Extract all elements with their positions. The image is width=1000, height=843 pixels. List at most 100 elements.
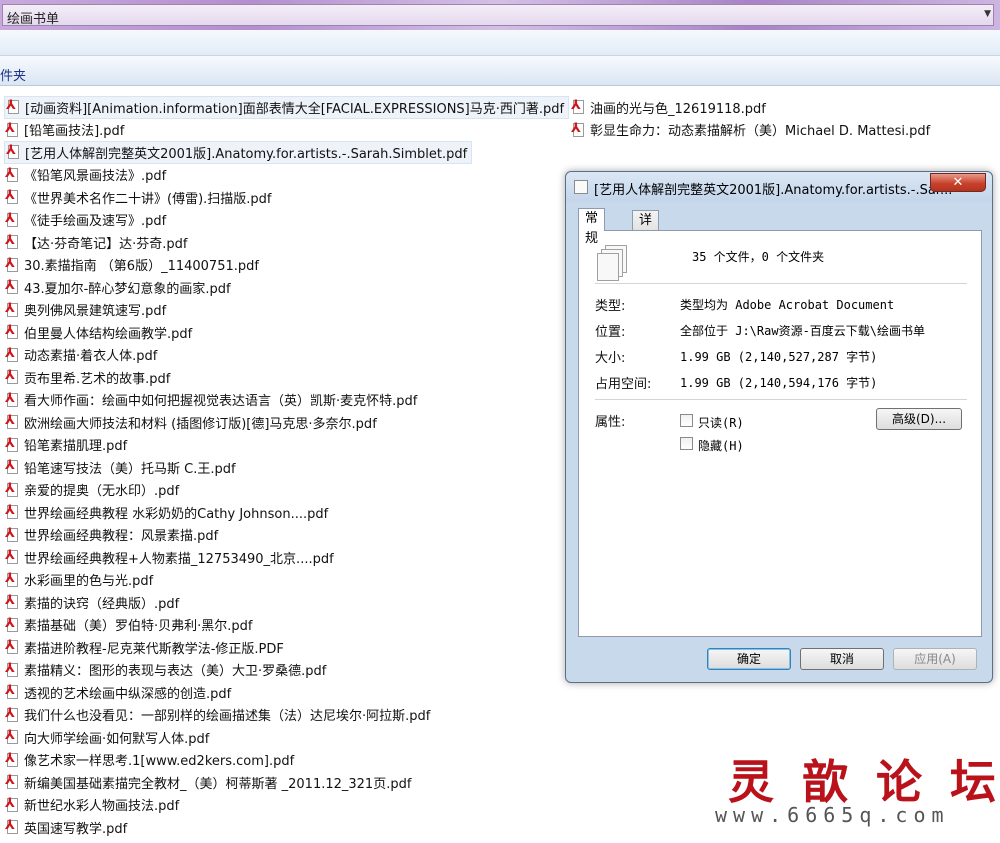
file-item[interactable]: ⅄ 30.素描指南 （第6版）_11400751.pdf	[4, 254, 564, 277]
file-name: 动态素描·着衣人体.pdf	[24, 349, 158, 365]
file-item[interactable]: ⅄ 素描基础（美）罗伯特·贝弗利·黑尔.pdf	[4, 614, 564, 637]
pdf-file-icon: ⅄	[4, 594, 20, 610]
tab-details[interactable]: 详细信息	[632, 210, 660, 288]
file-name: 贡布里希.艺术的故事.pdf	[24, 371, 171, 387]
file-list-column-1: ⅄ [动画资料][Animation.information]面部表情大全[FAC…	[4, 96, 570, 839]
command-bar	[0, 30, 1000, 56]
ok-button[interactable]: 确定	[707, 648, 791, 670]
file-item[interactable]: ⅄ 奥列佛风景建筑速写.pdf	[4, 299, 564, 322]
file-item[interactable]: ⅄ 伯里曼人体结构绘画教学.pdf	[4, 321, 564, 344]
pdf-file-icon: ⅄	[4, 751, 20, 768]
file-name: 伯里曼人体结构绘画教学.pdf	[24, 326, 193, 342]
pdf-file-icon: ⅄	[4, 391, 20, 408]
file-item[interactable]: ⅄ 世界绘画经典教程+人物素描_12753490_北京....pdf	[4, 546, 564, 569]
file-item[interactable]: ⅄ [铅笔画技法].pdf	[4, 119, 564, 142]
file-item[interactable]: ⅄ 动态素描·着衣人体.pdf	[4, 344, 564, 367]
pdf-file-icon: ⅄	[4, 684, 20, 700]
properties-dialog: [艺用人体解剖完整英文2001版].Anatomy.for.artists.-.…	[565, 171, 993, 683]
file-name: 《徒手绘画及速写》.pdf	[24, 214, 167, 230]
file-name: 43.夏加尔-醉心梦幻意象的画家.pdf	[24, 281, 231, 297]
file-name: 世界绘画经典教程+人物素描_12753490_北京....pdf	[24, 551, 334, 567]
files-summary: 35 个文件，0 个文件夹	[692, 250, 825, 264]
file-item[interactable]: ⅄ 看大师作画：绘画中如何把握视觉表达语言（英）凯斯·麦克怀特.pdf	[4, 389, 564, 412]
pdf-file-icon: ⅄	[4, 324, 20, 340]
file-name: 《世界美术名作二十讲》(傅雷).扫描版.pdf	[24, 191, 272, 207]
address-field[interactable]: 绘画书单 ▼	[2, 4, 994, 27]
tab-general[interactable]: 常规	[578, 208, 606, 246]
dialog-titlebar[interactable]: [艺用人体解剖完整英文2001版].Anatomy.for.artists.-.…	[566, 172, 992, 202]
file-name: 奥列佛风景建筑速写.pdf	[24, 304, 167, 320]
file-item[interactable]: ⅄ 世界绘画经典教程 水彩奶奶的Cathy Johnson....pdf	[4, 501, 564, 524]
group-header[interactable]: 文件夹	[0, 56, 1000, 86]
file-item[interactable]: ⅄ 像艺术家一样思考.1[www.ed2kers.com].pdf	[4, 749, 564, 772]
file-item[interactable]: ⅄ 油画的光与色_12619118.pdf	[570, 96, 990, 119]
file-item[interactable]: ⅄ 铅笔速写技法（美）托马斯 C.王.pdf	[4, 456, 564, 479]
file-item[interactable]: ⅄ 【达·芬奇笔记】达·芬奇.pdf	[4, 231, 564, 254]
pdf-file-icon: ⅄	[4, 526, 20, 543]
file-item[interactable]: ⅄ 欧洲绘画大师技法和材料 (插图修订版)[德]马克思·多奈尔.pdf	[4, 411, 564, 434]
readonly-label[interactable]: 只读(R)	[698, 414, 744, 431]
file-item[interactable]: ⅄ 铅笔素描肌理.pdf	[4, 434, 564, 457]
cancel-button[interactable]: 取消	[800, 648, 884, 670]
file-item[interactable]: ⅄ 我们什么也没看见：一部别样的绘画描述集（法）达尼埃尔·阿拉斯.pdf	[4, 704, 564, 727]
file-name: 30.素描指南 （第6版）_11400751.pdf	[24, 259, 259, 275]
file-name: 素描精义：图形的表现与表达（美）大卫·罗桑德.pdf	[24, 664, 327, 680]
file-item[interactable]: ⅄ [动画资料][Animation.information]面部表情大全[FAC…	[4, 96, 570, 119]
advanced-button[interactable]: 高级(D)...	[876, 408, 962, 430]
file-name: [铅笔画技法].pdf	[24, 124, 125, 140]
file-list-column-2: ⅄ 油画的光与色_12619118.pdf ⅄ 彰显生命力：动态素描解析（美）Mich…	[570, 96, 990, 141]
address-path: 绘画书单	[7, 12, 60, 27]
file-item[interactable]: ⅄ 新编美国基础素描完全教材_（美）柯蒂斯著 _2011.12_321页.pdf	[4, 771, 564, 794]
file-item[interactable]: ⅄ 素描进阶教程-尼克莱代斯教学法-修正版.PDF	[4, 636, 564, 659]
file-item[interactable]: ⅄ 世界绘画经典教程：风景素描.pdf	[4, 524, 564, 547]
readonly-checkbox[interactable]	[680, 414, 693, 427]
apply-button[interactable]: 应用(A)	[893, 648, 977, 670]
file-item[interactable]: ⅄ 《世界美术名作二十讲》(傅雷).扫描版.pdf	[4, 186, 564, 209]
pdf-file-icon: ⅄	[4, 211, 20, 228]
file-item[interactable]: ⅄ 新世纪水彩人物画技法.pdf	[4, 794, 564, 817]
file-name: 看大师作画：绘画中如何把握视觉表达语言（英）凯斯·麦克怀特.pdf	[24, 394, 418, 410]
file-item[interactable]: ⅄ 亲爱的提奥（无水印）.pdf	[4, 479, 564, 502]
file-item[interactable]: ⅄ 素描精义：图形的表现与表达（美）大卫·罗桑德.pdf	[4, 659, 564, 682]
pdf-file-icon: ⅄	[4, 549, 20, 565]
file-item[interactable]: ⅄ 贡布里希.艺术的故事.pdf	[4, 366, 564, 389]
pdf-file-icon: ⅄	[4, 819, 20, 835]
disk-size-label: 占用空间:	[595, 377, 652, 392]
watermark-url: www.6665q.com	[715, 803, 950, 827]
file-item[interactable]: ⅄ 43.夏加尔-醉心梦幻意象的画家.pdf	[4, 276, 564, 299]
pdf-file-icon: ⅄	[4, 369, 20, 385]
file-name: 透视的艺术绘画中纵深感的创造.pdf	[24, 686, 232, 702]
location-label: 位置:	[595, 325, 626, 340]
file-item[interactable]: ⅄ 水彩画里的色与光.pdf	[4, 569, 564, 592]
hidden-checkbox[interactable]	[680, 437, 693, 450]
attributes-label: 属性:	[595, 415, 626, 430]
pdf-file-icon: ⅄	[4, 796, 20, 813]
pdf-file-icon: ⅄	[4, 121, 20, 138]
pdf-file-icon: ⅄	[4, 639, 20, 655]
file-item[interactable]: ⅄ [艺用人体解剖完整英文2001版].Anatomy.for.artists.-…	[4, 141, 473, 164]
file-item[interactable]: ⅄ 《徒手绘画及速写》.pdf	[4, 209, 564, 232]
file-item[interactable]: ⅄ 透视的艺术绘画中纵深感的创造.pdf	[4, 681, 564, 704]
divider	[595, 399, 967, 400]
size-value: 1.99 GB (2,140,527,287 字节)	[680, 350, 878, 364]
file-item[interactable]: ⅄ 素描的诀窍（经典版）.pdf	[4, 591, 564, 614]
file-name: 向大师学绘画·如何默写人体.pdf	[24, 731, 210, 747]
hidden-label[interactable]: 隐藏(H)	[698, 437, 744, 454]
disk-size-value: 1.99 GB (2,140,594,176 字节)	[680, 376, 878, 390]
file-item[interactable]: ⅄ 英国速写教学.pdf	[4, 816, 564, 839]
close-button[interactable]: ✕	[930, 173, 986, 192]
file-item[interactable]: ⅄ 向大师学绘画·如何默写人体.pdf	[4, 726, 564, 749]
file-name: 新世纪水彩人物画技法.pdf	[24, 799, 180, 815]
file-item[interactable]: ⅄ 彰显生命力：动态素描解析（美）Michael D. Mattesi.pdf	[570, 119, 990, 142]
address-bar: 绘画书单 ▼	[0, 0, 1000, 30]
pdf-file-icon: ⅄	[4, 706, 20, 723]
size-label: 大小:	[595, 351, 626, 366]
general-panel: 35 个文件，0 个文件夹 类型: 类型均为 Adobe Acrobat Doc…	[578, 230, 982, 637]
pdf-file-icon: ⅄	[570, 99, 586, 115]
pdf-file-icon: ⅄	[4, 616, 20, 633]
chevron-down-icon[interactable]: ▼	[984, 9, 991, 19]
file-name: 亲爱的提奥（无水印）.pdf	[24, 484, 180, 500]
file-item[interactable]: ⅄ 《铅笔风景画技法》.pdf	[4, 164, 564, 187]
pdf-file-icon: ⅄	[4, 459, 20, 475]
file-name: 世界绘画经典教程：风景素描.pdf	[24, 529, 219, 545]
